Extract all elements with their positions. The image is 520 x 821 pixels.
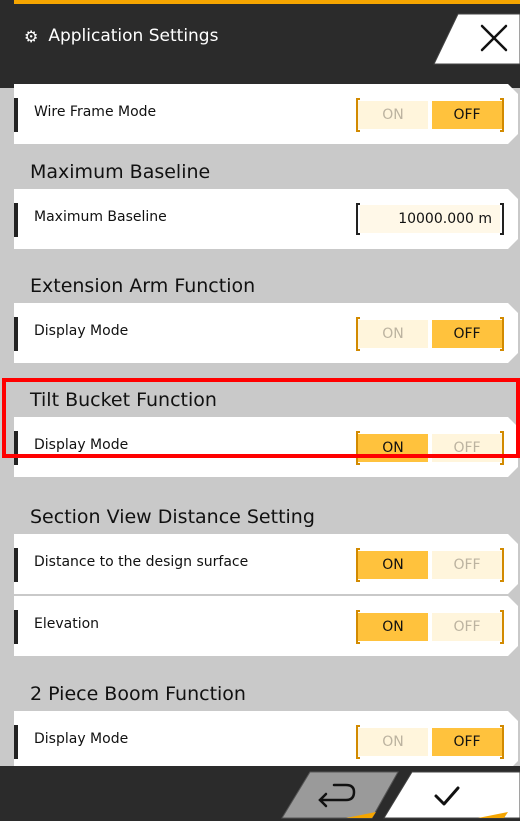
max-baseline-value: 10000.000 m [360, 205, 500, 233]
gear-icon: ⚙ [24, 26, 39, 46]
elevation-toggle[interactable]: ON OFF [356, 610, 504, 644]
row-indicator-bar [14, 203, 18, 237]
toggle-off-option[interactable]: OFF [432, 613, 502, 641]
toggle-on-option[interactable]: ON [358, 101, 428, 129]
setting-row-max-baseline: Maximum Baseline 10000.000 m [14, 189, 518, 249]
setting-row-distance-design: Distance to the design surface ON OFF [14, 534, 518, 594]
page-title: Application Settings [48, 26, 219, 46]
toggle-on-option[interactable]: ON [358, 728, 428, 756]
section-title-boom: 2 Piece Boom Function [30, 683, 246, 705]
setting-row-wire-frame: Wire Frame Mode ON OFF [14, 84, 518, 144]
title-bar: ⚙ Application Settings [0, 0, 520, 88]
highlight-frame [2, 378, 520, 458]
setting-label: Wire Frame Mode [34, 104, 157, 120]
toggle-on-option[interactable]: ON [358, 613, 428, 641]
max-baseline-input[interactable]: 10000.000 m [356, 203, 504, 235]
header-accent-line [14, 0, 520, 4]
row-indicator-bar [14, 548, 18, 582]
toggle-on-option[interactable]: ON [358, 320, 428, 348]
footer-bar [0, 766, 520, 821]
row-indicator-bar [14, 98, 18, 132]
setting-row-boom-display: Display Mode ON OFF [14, 711, 518, 771]
close-button[interactable] [430, 12, 520, 66]
boom-display-toggle[interactable]: ON OFF [356, 725, 504, 759]
setting-row-extension-display: Display Mode ON OFF [14, 303, 518, 363]
setting-label: Display Mode [34, 323, 129, 339]
toggle-off-option[interactable]: OFF [432, 101, 502, 129]
distance-design-toggle[interactable]: ON OFF [356, 548, 504, 582]
toggle-on-option[interactable]: ON [358, 551, 428, 579]
toggle-off-option[interactable]: OFF [432, 551, 502, 579]
extension-display-toggle[interactable]: ON OFF [356, 317, 504, 351]
setting-row-elevation: Elevation ON OFF [14, 596, 518, 656]
toggle-off-option[interactable]: OFF [432, 320, 502, 348]
row-indicator-bar [14, 725, 18, 759]
window-title: ⚙ Application Settings [24, 26, 218, 46]
setting-label: Elevation [34, 616, 100, 632]
row-indicator-bar [14, 317, 18, 351]
wire-frame-toggle[interactable]: ON OFF [356, 98, 504, 132]
toggle-off-option[interactable]: OFF [432, 728, 502, 756]
setting-label: Maximum Baseline [34, 209, 167, 225]
section-title-section-view: Section View Distance Setting [30, 506, 315, 528]
section-title-extension-arm: Extension Arm Function [30, 275, 256, 297]
setting-label: Display Mode [34, 731, 129, 747]
confirm-button[interactable] [380, 770, 520, 820]
setting-label: Distance to the design surface [34, 554, 249, 570]
section-title-max-baseline: Maximum Baseline [30, 161, 211, 183]
row-indicator-bar [14, 610, 18, 644]
